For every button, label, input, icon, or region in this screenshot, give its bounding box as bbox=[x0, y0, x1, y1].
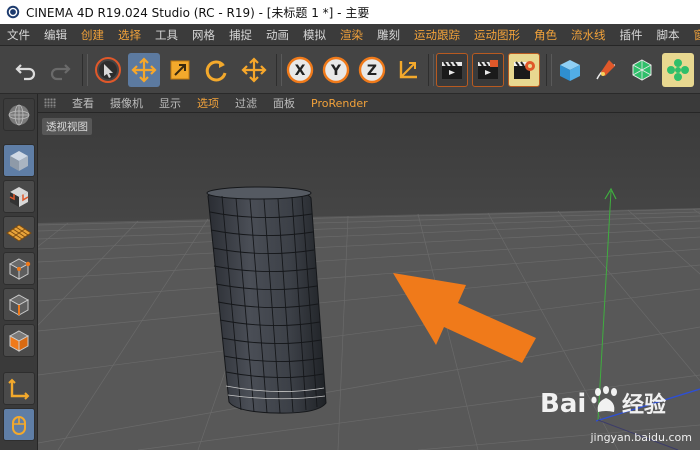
coordinate-system-icon bbox=[399, 61, 417, 79]
pen-spline-button[interactable] bbox=[590, 53, 622, 87]
menu-item[interactable]: 模拟 bbox=[296, 24, 333, 45]
menu-item[interactable]: 角色 bbox=[527, 24, 564, 45]
menu-item[interactable]: 选择 bbox=[111, 24, 148, 45]
toolbar-separator bbox=[82, 54, 88, 86]
workplane-grid-icon bbox=[6, 223, 32, 242]
toolbar-separator bbox=[276, 54, 282, 86]
viewport-menu-bar: 查看 摄像机 显示 选项 过滤 面板 ProRender bbox=[38, 94, 700, 113]
viewport-menu-item[interactable]: 查看 bbox=[64, 95, 102, 111]
svg-text:Bai: Bai bbox=[540, 389, 586, 419]
z-axis-lock-button[interactable]: Z bbox=[356, 53, 388, 87]
polygons-mode-button[interactable] bbox=[3, 324, 35, 357]
scale-tool-button[interactable] bbox=[164, 53, 196, 87]
cube-icon bbox=[560, 60, 580, 81]
menu-item[interactable]: 运动图形 bbox=[467, 24, 527, 45]
undo-icon bbox=[15, 64, 36, 81]
redo-button[interactable] bbox=[44, 53, 76, 87]
cloner-icon bbox=[667, 59, 689, 81]
x-axis-lock-button[interactable]: X bbox=[284, 53, 316, 87]
render-to-picture-viewer-button[interactable] bbox=[472, 53, 504, 87]
left-mode-palette bbox=[0, 94, 38, 450]
toolbar-separator bbox=[428, 54, 434, 86]
viewport-menu-item[interactable]: 显示 bbox=[151, 95, 189, 111]
render-view-button[interactable] bbox=[436, 53, 468, 87]
title-bar: CINEMA 4D R19.024 Studio (RC - R19) - [未… bbox=[0, 0, 700, 24]
menu-item[interactable]: 编辑 bbox=[37, 24, 74, 45]
menu-item[interactable]: 脚本 bbox=[650, 24, 687, 45]
menu-item[interactable]: 捕捉 bbox=[222, 24, 259, 45]
cube-edges-icon bbox=[8, 293, 30, 316]
undo-button[interactable] bbox=[10, 53, 42, 87]
x-axis-label: X bbox=[295, 63, 306, 79]
mouse-icon bbox=[12, 415, 26, 435]
cube-icon bbox=[10, 150, 28, 171]
watermark-url: jingyan.baidu.com bbox=[590, 431, 692, 444]
menu-item[interactable]: 流水线 bbox=[564, 24, 613, 45]
move-arrows-icon bbox=[131, 57, 157, 83]
axis-mode-button[interactable] bbox=[3, 372, 35, 405]
rotate-tool-button[interactable] bbox=[200, 53, 232, 87]
cursor-select-icon bbox=[95, 57, 121, 83]
svg-text:经验: 经验 bbox=[622, 392, 666, 418]
toolbar-separator bbox=[546, 54, 552, 86]
z-axis-label: Z bbox=[367, 63, 377, 79]
make-editable-button[interactable] bbox=[3, 98, 35, 131]
move-tool-button[interactable] bbox=[128, 53, 160, 87]
menu-item[interactable]: 渲染 bbox=[333, 24, 370, 45]
y-axis-lock-button[interactable]: Y bbox=[320, 53, 352, 87]
menu-item[interactable]: 文件 bbox=[0, 24, 37, 45]
move-arrows-icon bbox=[241, 57, 267, 83]
clapper-gear-icon bbox=[514, 61, 535, 79]
cube-object-button[interactable] bbox=[554, 53, 586, 87]
menu-item[interactable]: 插件 bbox=[613, 24, 650, 45]
y-axis-icon: Y bbox=[322, 56, 350, 84]
viewport-menu-item[interactable]: 面板 bbox=[265, 95, 303, 111]
viewport-grip-handle[interactable] bbox=[44, 98, 56, 108]
menu-item[interactable]: 工具 bbox=[148, 24, 185, 45]
texture-mode-button[interactable] bbox=[3, 180, 35, 213]
model-mode-button[interactable] bbox=[3, 144, 35, 177]
menu-item[interactable]: 运动跟踪 bbox=[407, 24, 467, 45]
z-axis-icon: Z bbox=[358, 56, 386, 84]
scale-icon bbox=[170, 60, 190, 80]
baidu-watermark: Bai 经验 jingyan.baidu.com bbox=[538, 380, 698, 448]
menu-item[interactable]: 窗口 bbox=[687, 24, 700, 45]
menu-item[interactable]: 创建 bbox=[74, 24, 111, 45]
workplane-mode-button[interactable] bbox=[3, 216, 35, 249]
axis-corner-icon bbox=[8, 378, 30, 400]
clapper-icon bbox=[442, 61, 462, 79]
viewport-menu-item[interactable]: 选项 bbox=[189, 95, 227, 111]
tweak-mode-button[interactable] bbox=[3, 408, 35, 441]
clapper-icon bbox=[478, 60, 498, 79]
main-toolbar: X Y Z bbox=[0, 46, 700, 94]
menu-item[interactable]: 雕刻 bbox=[370, 24, 407, 45]
y-axis-label: Y bbox=[330, 63, 342, 79]
rotate-icon bbox=[205, 60, 227, 82]
viewport-menu-item[interactable]: 过滤 bbox=[227, 95, 265, 111]
menu-item[interactable]: 动画 bbox=[259, 24, 296, 45]
edges-mode-button[interactable] bbox=[3, 288, 35, 321]
pen-icon bbox=[596, 60, 616, 80]
cinema4d-logo-icon bbox=[6, 5, 20, 19]
recent-tools-button[interactable] bbox=[238, 53, 270, 87]
subdivision-icon bbox=[632, 59, 652, 81]
sphere-grid-icon bbox=[8, 104, 30, 125]
points-mode-button[interactable] bbox=[3, 252, 35, 285]
window-title: CINEMA 4D R19.024 Studio (RC - R19) - [未… bbox=[26, 5, 370, 20]
viewport-menu-item[interactable]: ProRender bbox=[303, 97, 376, 110]
viewport-label: 透视视图 bbox=[42, 118, 92, 135]
live-selection-button[interactable] bbox=[92, 53, 124, 87]
cube-points-icon bbox=[8, 257, 31, 280]
checker-cube-icon bbox=[9, 186, 29, 207]
coordinate-system-button[interactable] bbox=[392, 53, 424, 87]
cube-polygons-icon bbox=[8, 329, 30, 352]
render-settings-button[interactable] bbox=[508, 53, 540, 87]
main-menu-bar: 文件编辑创建选择工具网格捕捉动画模拟渲染雕刻运动跟踪运动图形角色流水线插件脚本窗… bbox=[0, 24, 700, 46]
redo-icon bbox=[50, 64, 71, 81]
cloner-button[interactable] bbox=[662, 53, 694, 87]
subdivision-surface-button[interactable] bbox=[626, 53, 658, 87]
viewport-menu-item[interactable]: 摄像机 bbox=[102, 95, 151, 111]
x-axis-icon: X bbox=[286, 56, 314, 84]
menu-item[interactable]: 网格 bbox=[185, 24, 222, 45]
